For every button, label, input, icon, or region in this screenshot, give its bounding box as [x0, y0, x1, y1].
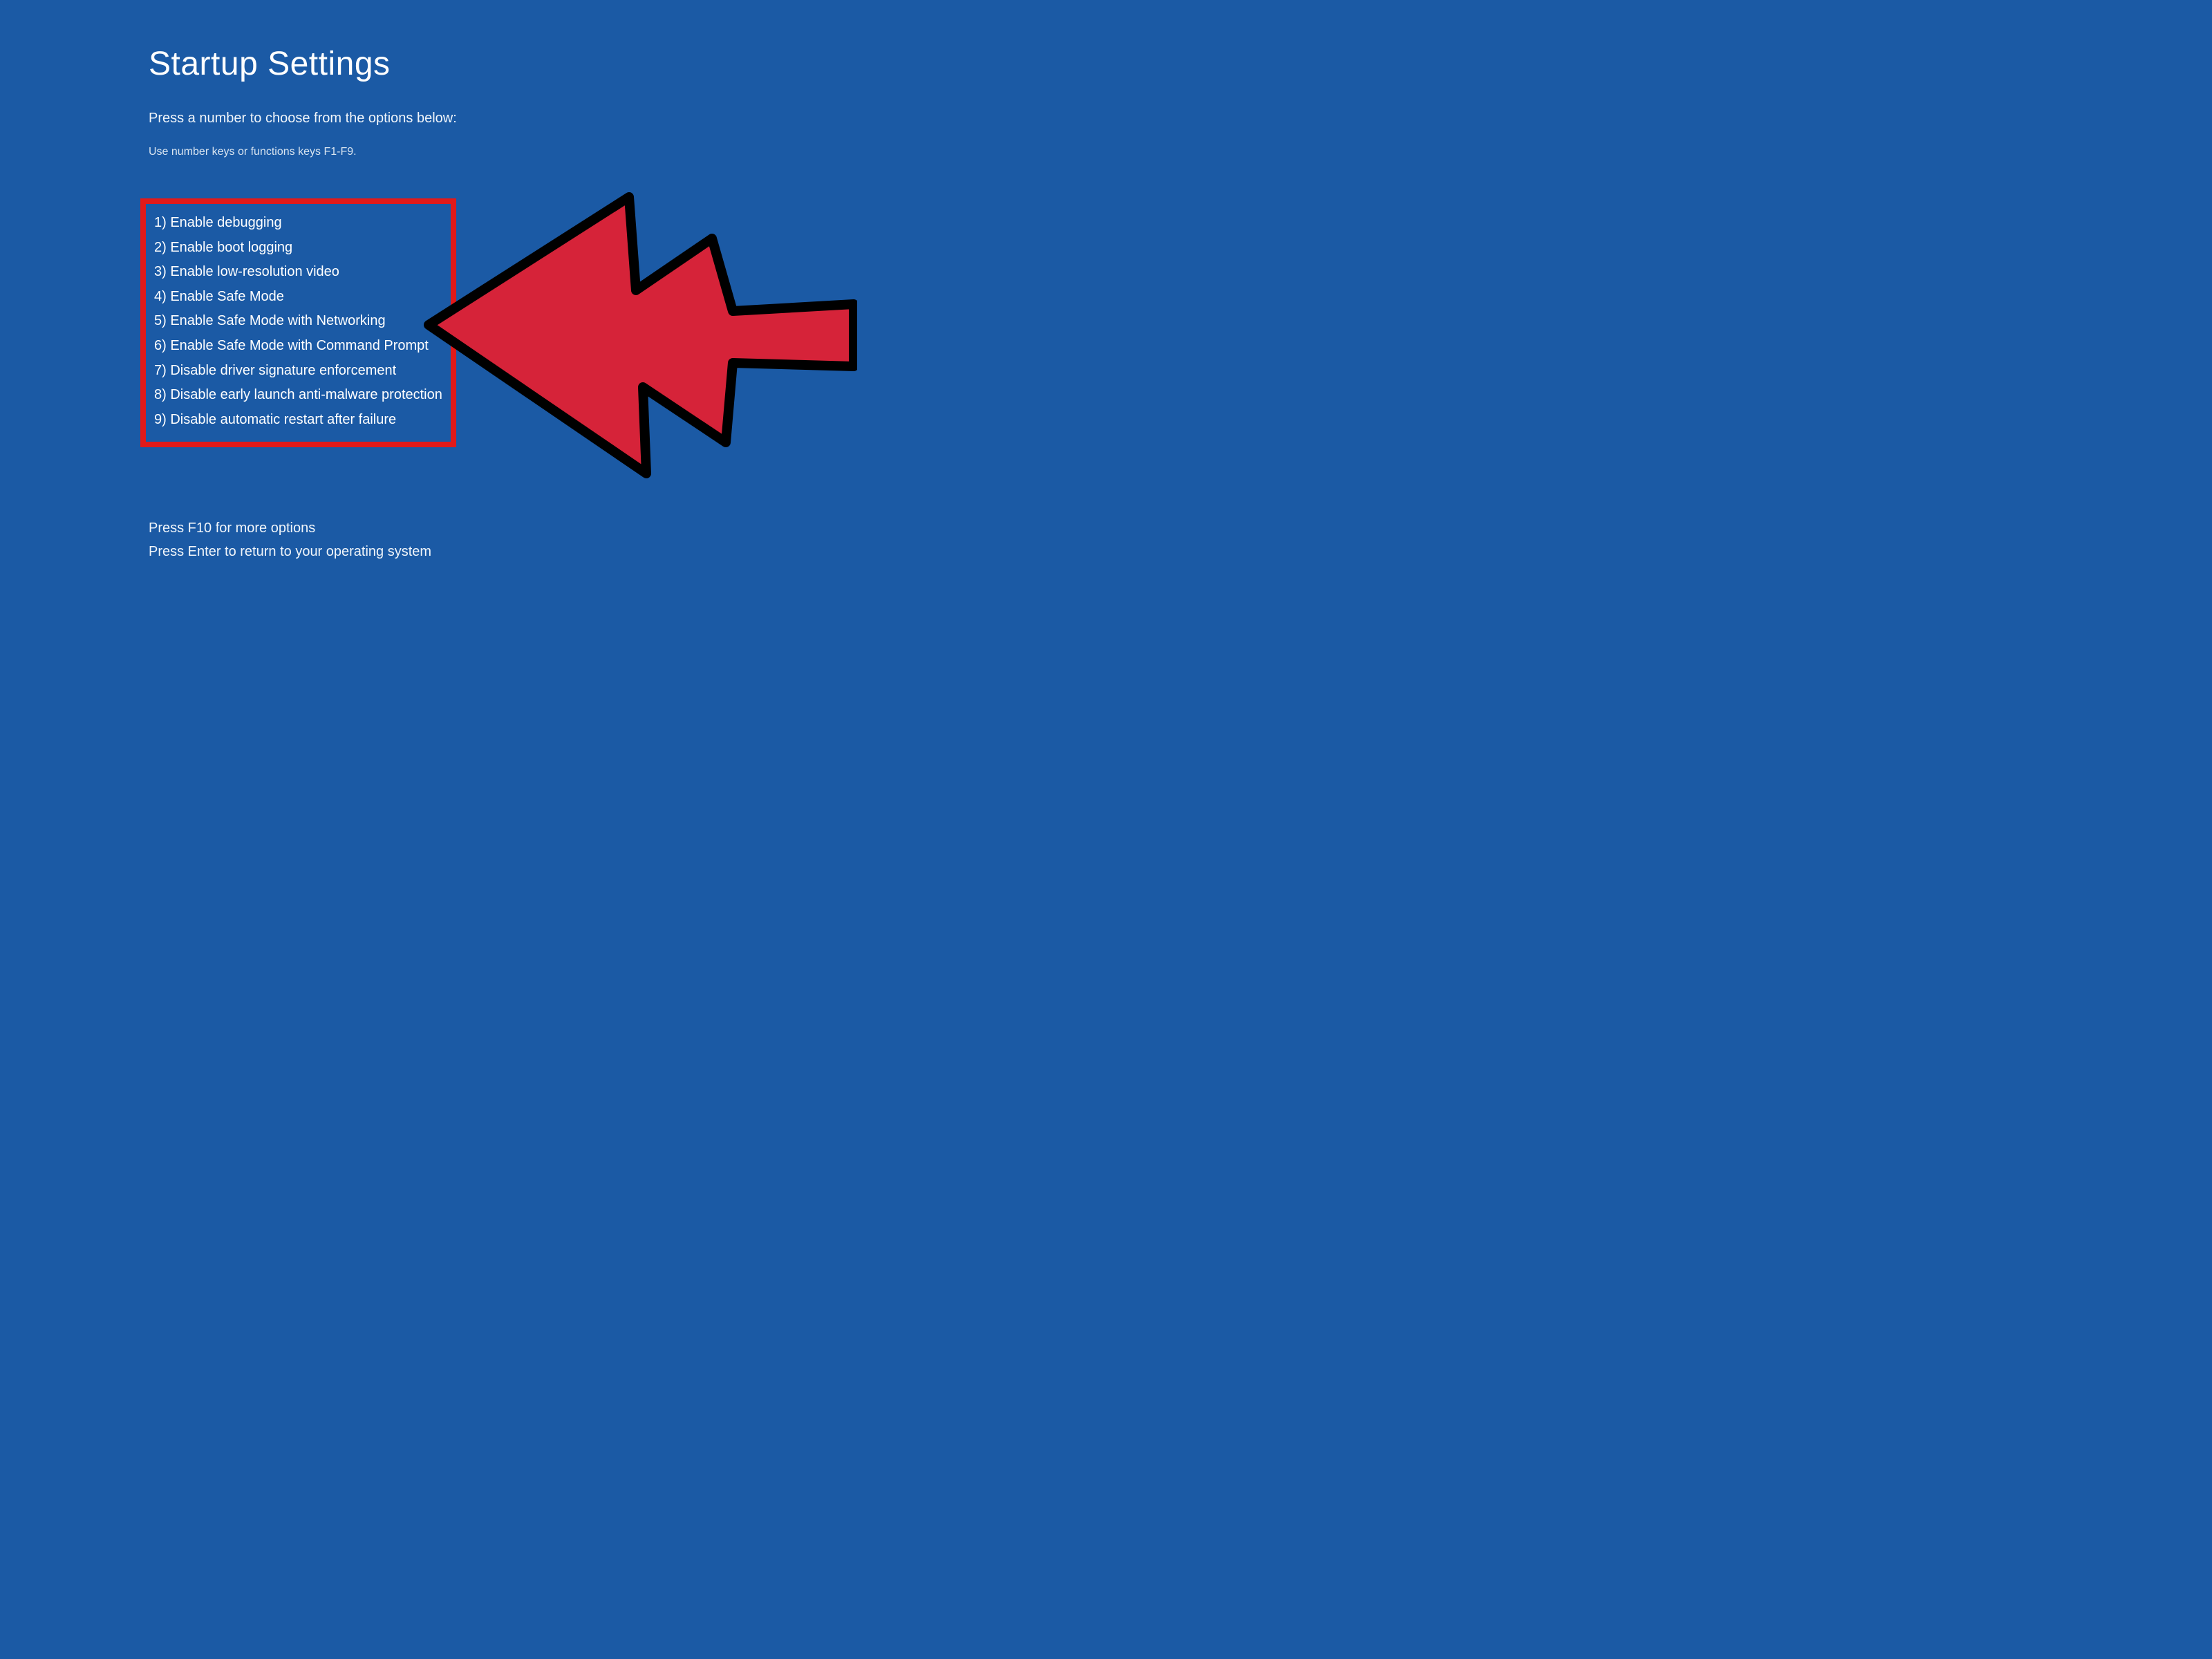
page-title: Startup Settings	[149, 45, 885, 83]
instruction-text: Press a number to choose from the option…	[149, 111, 885, 126]
options-highlight-box: 1) Enable debugging 2) Enable boot loggi…	[140, 198, 456, 447]
footer-more-options: Press F10 for more options	[149, 516, 885, 540]
option-1-enable-debugging[interactable]: 1) Enable debugging	[147, 211, 442, 236]
option-9-disable-auto-restart[interactable]: 9) Disable automatic restart after failu…	[147, 408, 442, 433]
option-3-enable-low-resolution-video[interactable]: 3) Enable low-resolution video	[147, 260, 442, 285]
footer-instructions: Press F10 for more options Press Enter t…	[149, 516, 885, 563]
option-5-enable-safe-mode-networking[interactable]: 5) Enable Safe Mode with Networking	[147, 309, 442, 334]
footer-return-text: Press Enter to return to your operating …	[149, 540, 885, 563]
option-4-enable-safe-mode[interactable]: 4) Enable Safe Mode	[147, 285, 442, 310]
key-hint-text: Use number keys or functions keys F1-F9.	[149, 146, 885, 158]
option-7-disable-driver-signature[interactable]: 7) Disable driver signature enforcement	[147, 359, 442, 384]
option-2-enable-boot-logging[interactable]: 2) Enable boot logging	[147, 236, 442, 261]
startup-settings-screen: Startup Settings Press a number to choos…	[0, 0, 885, 563]
option-6-enable-safe-mode-cmd[interactable]: 6) Enable Safe Mode with Command Prompt	[147, 334, 442, 359]
option-8-disable-anti-malware[interactable]: 8) Disable early launch anti-malware pro…	[147, 383, 442, 408]
